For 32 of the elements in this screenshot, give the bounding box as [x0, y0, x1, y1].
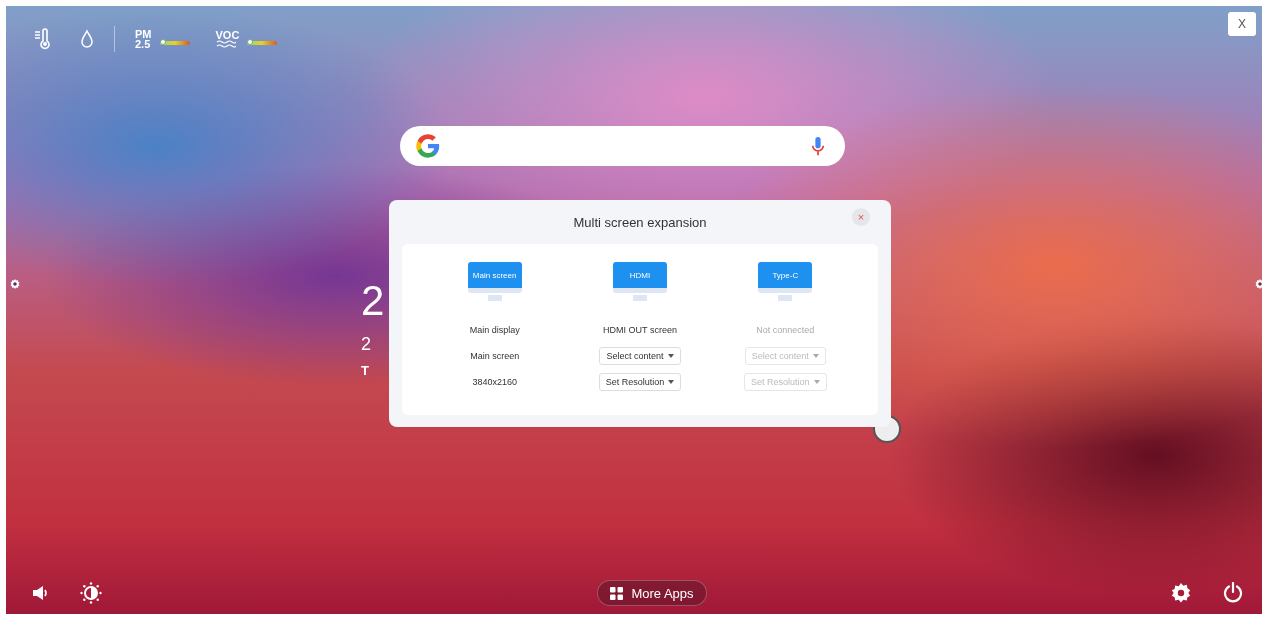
- output-name: Not connected: [756, 325, 815, 337]
- sensor-label: 2.5: [135, 39, 151, 49]
- clock-time: 2: [361, 276, 385, 326]
- resolution-value: 3840x2160: [472, 376, 517, 389]
- resolution-dropdown[interactable]: Set Resolution: [598, 373, 682, 391]
- gear-icon[interactable]: [9, 278, 21, 290]
- content-value: Main screen: [470, 350, 520, 363]
- grid-icon: [610, 586, 624, 600]
- settings-icon[interactable]: [1170, 582, 1192, 604]
- waves-icon: [215, 40, 236, 48]
- speaker-icon[interactable]: [32, 586, 50, 600]
- google-g-icon: [413, 132, 442, 160]
- sensor-label: PM: [135, 29, 152, 39]
- microphone-icon[interactable]: [810, 135, 825, 157]
- water-drop-icon: [80, 29, 94, 49]
- brightness-icon[interactable]: [80, 582, 102, 604]
- search-field[interactable]: [399, 126, 845, 166]
- content-dropdown[interactable]: Select content: [599, 347, 681, 365]
- caret-icon: [668, 380, 675, 384]
- sensor-label: VOC: [215, 30, 240, 40]
- power-icon[interactable]: [1222, 582, 1244, 604]
- close-button[interactable]: X: [1228, 12, 1256, 36]
- more-apps-button[interactable]: More Apps: [597, 580, 707, 606]
- caret-icon: [812, 354, 819, 358]
- dialog-title: Multi screen expansion: [573, 214, 707, 230]
- output-name: HDMI OUT screen: [603, 325, 677, 337]
- clock-date: 2: [361, 334, 372, 355]
- clock-weekday: T: [361, 363, 370, 378]
- output-name: Main display: [469, 325, 520, 337]
- close-button[interactable]: ×: [852, 208, 870, 226]
- caret-icon: [667, 354, 674, 358]
- caret-icon: [813, 380, 820, 384]
